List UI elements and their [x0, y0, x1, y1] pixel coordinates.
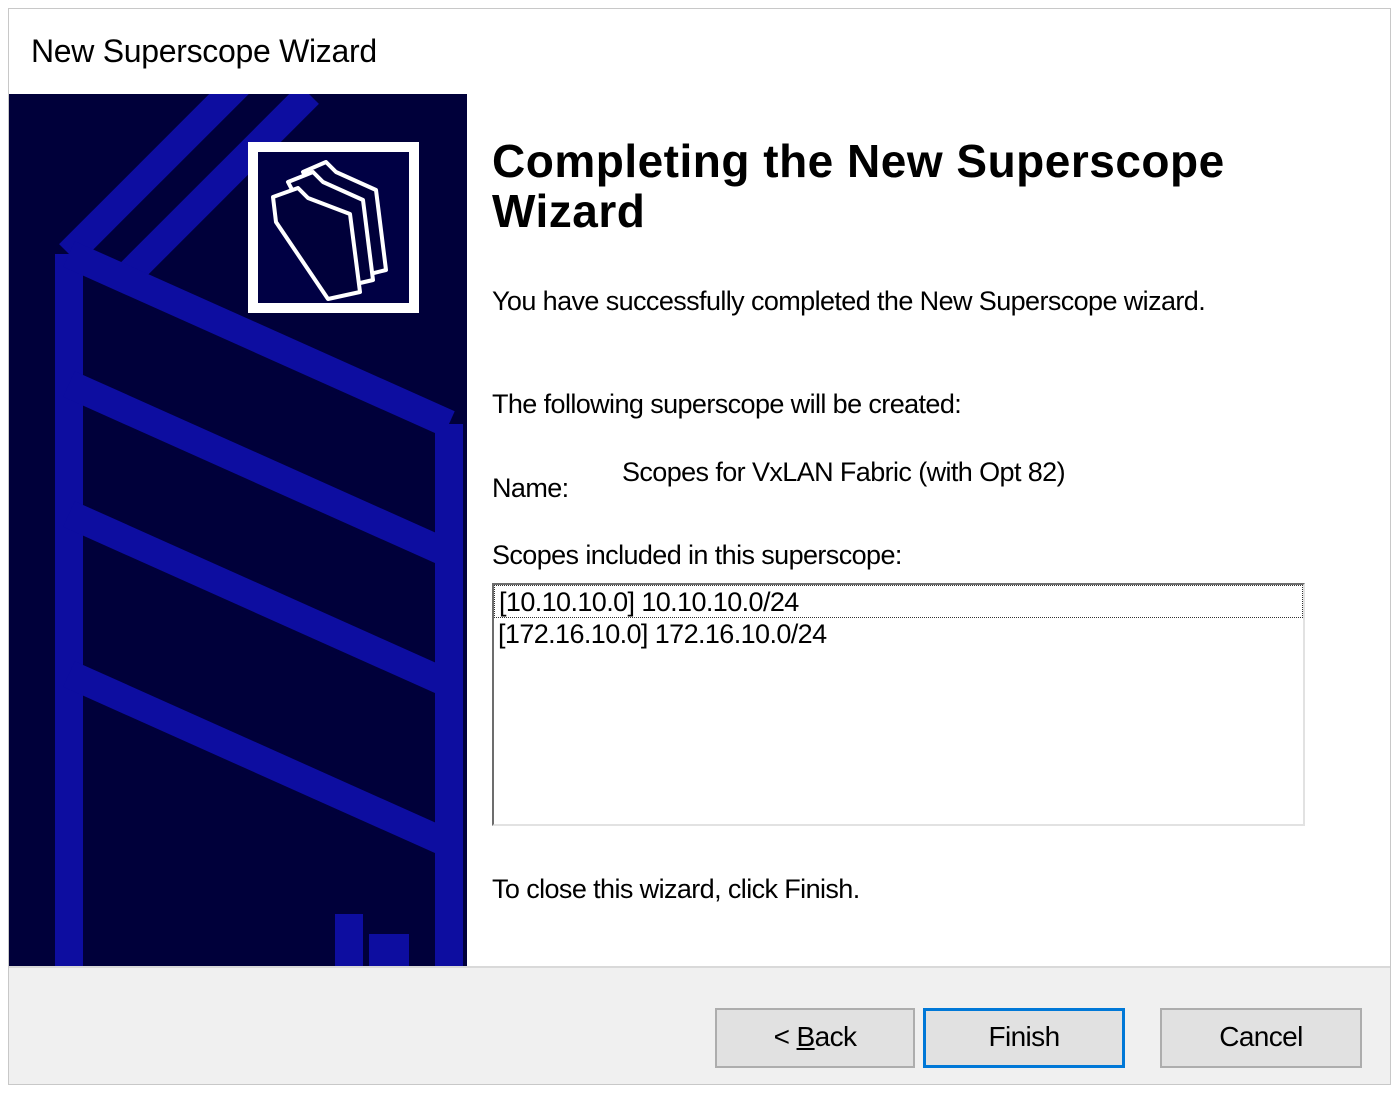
folders-icon	[258, 152, 409, 303]
success-message: You have successfully completed the New …	[492, 286, 1206, 316]
window-title: New Superscope Wizard	[31, 33, 377, 69]
wizard-icon-frame	[248, 142, 419, 313]
wizard-content: Completing the New Superscope Wizard You…	[467, 94, 1390, 966]
name-value: Scopes for VxLAN Fabric (with Opt 82)	[622, 457, 1066, 487]
close-instructions: To close this wizard, click Finish.	[492, 874, 860, 904]
following-label: The following superscope will be created…	[492, 389, 962, 419]
list-item[interactable]: [172.16.10.0] 172.16.10.0/24	[494, 618, 1303, 651]
back-button[interactable]: < Back	[715, 1008, 915, 1068]
scopes-label: Scopes included in this superscope:	[492, 540, 902, 570]
page-heading: Completing the New Superscope Wizard	[492, 135, 1225, 237]
finish-button[interactable]: Finish	[923, 1008, 1125, 1068]
button-bar: < Back Finish Cancel	[9, 966, 1390, 1084]
wizard-banner	[9, 94, 467, 966]
back-prefix: <	[773, 1021, 797, 1052]
wizard-window: New Superscope Wizard Completing the New…	[8, 8, 1391, 1085]
list-item[interactable]: [10.10.10.0] 10.10.10.0/24	[494, 585, 1303, 618]
name-label: Name:	[492, 473, 569, 503]
cancel-button[interactable]: Cancel	[1160, 1008, 1362, 1068]
scopes-listbox[interactable]: [10.10.10.0] 10.10.10.0/24 [172.16.10.0]…	[492, 583, 1305, 826]
back-label-rest: ack	[814, 1021, 857, 1052]
back-accelerator: B	[796, 1021, 816, 1052]
title-bar[interactable]: New Superscope Wizard	[9, 9, 1390, 94]
